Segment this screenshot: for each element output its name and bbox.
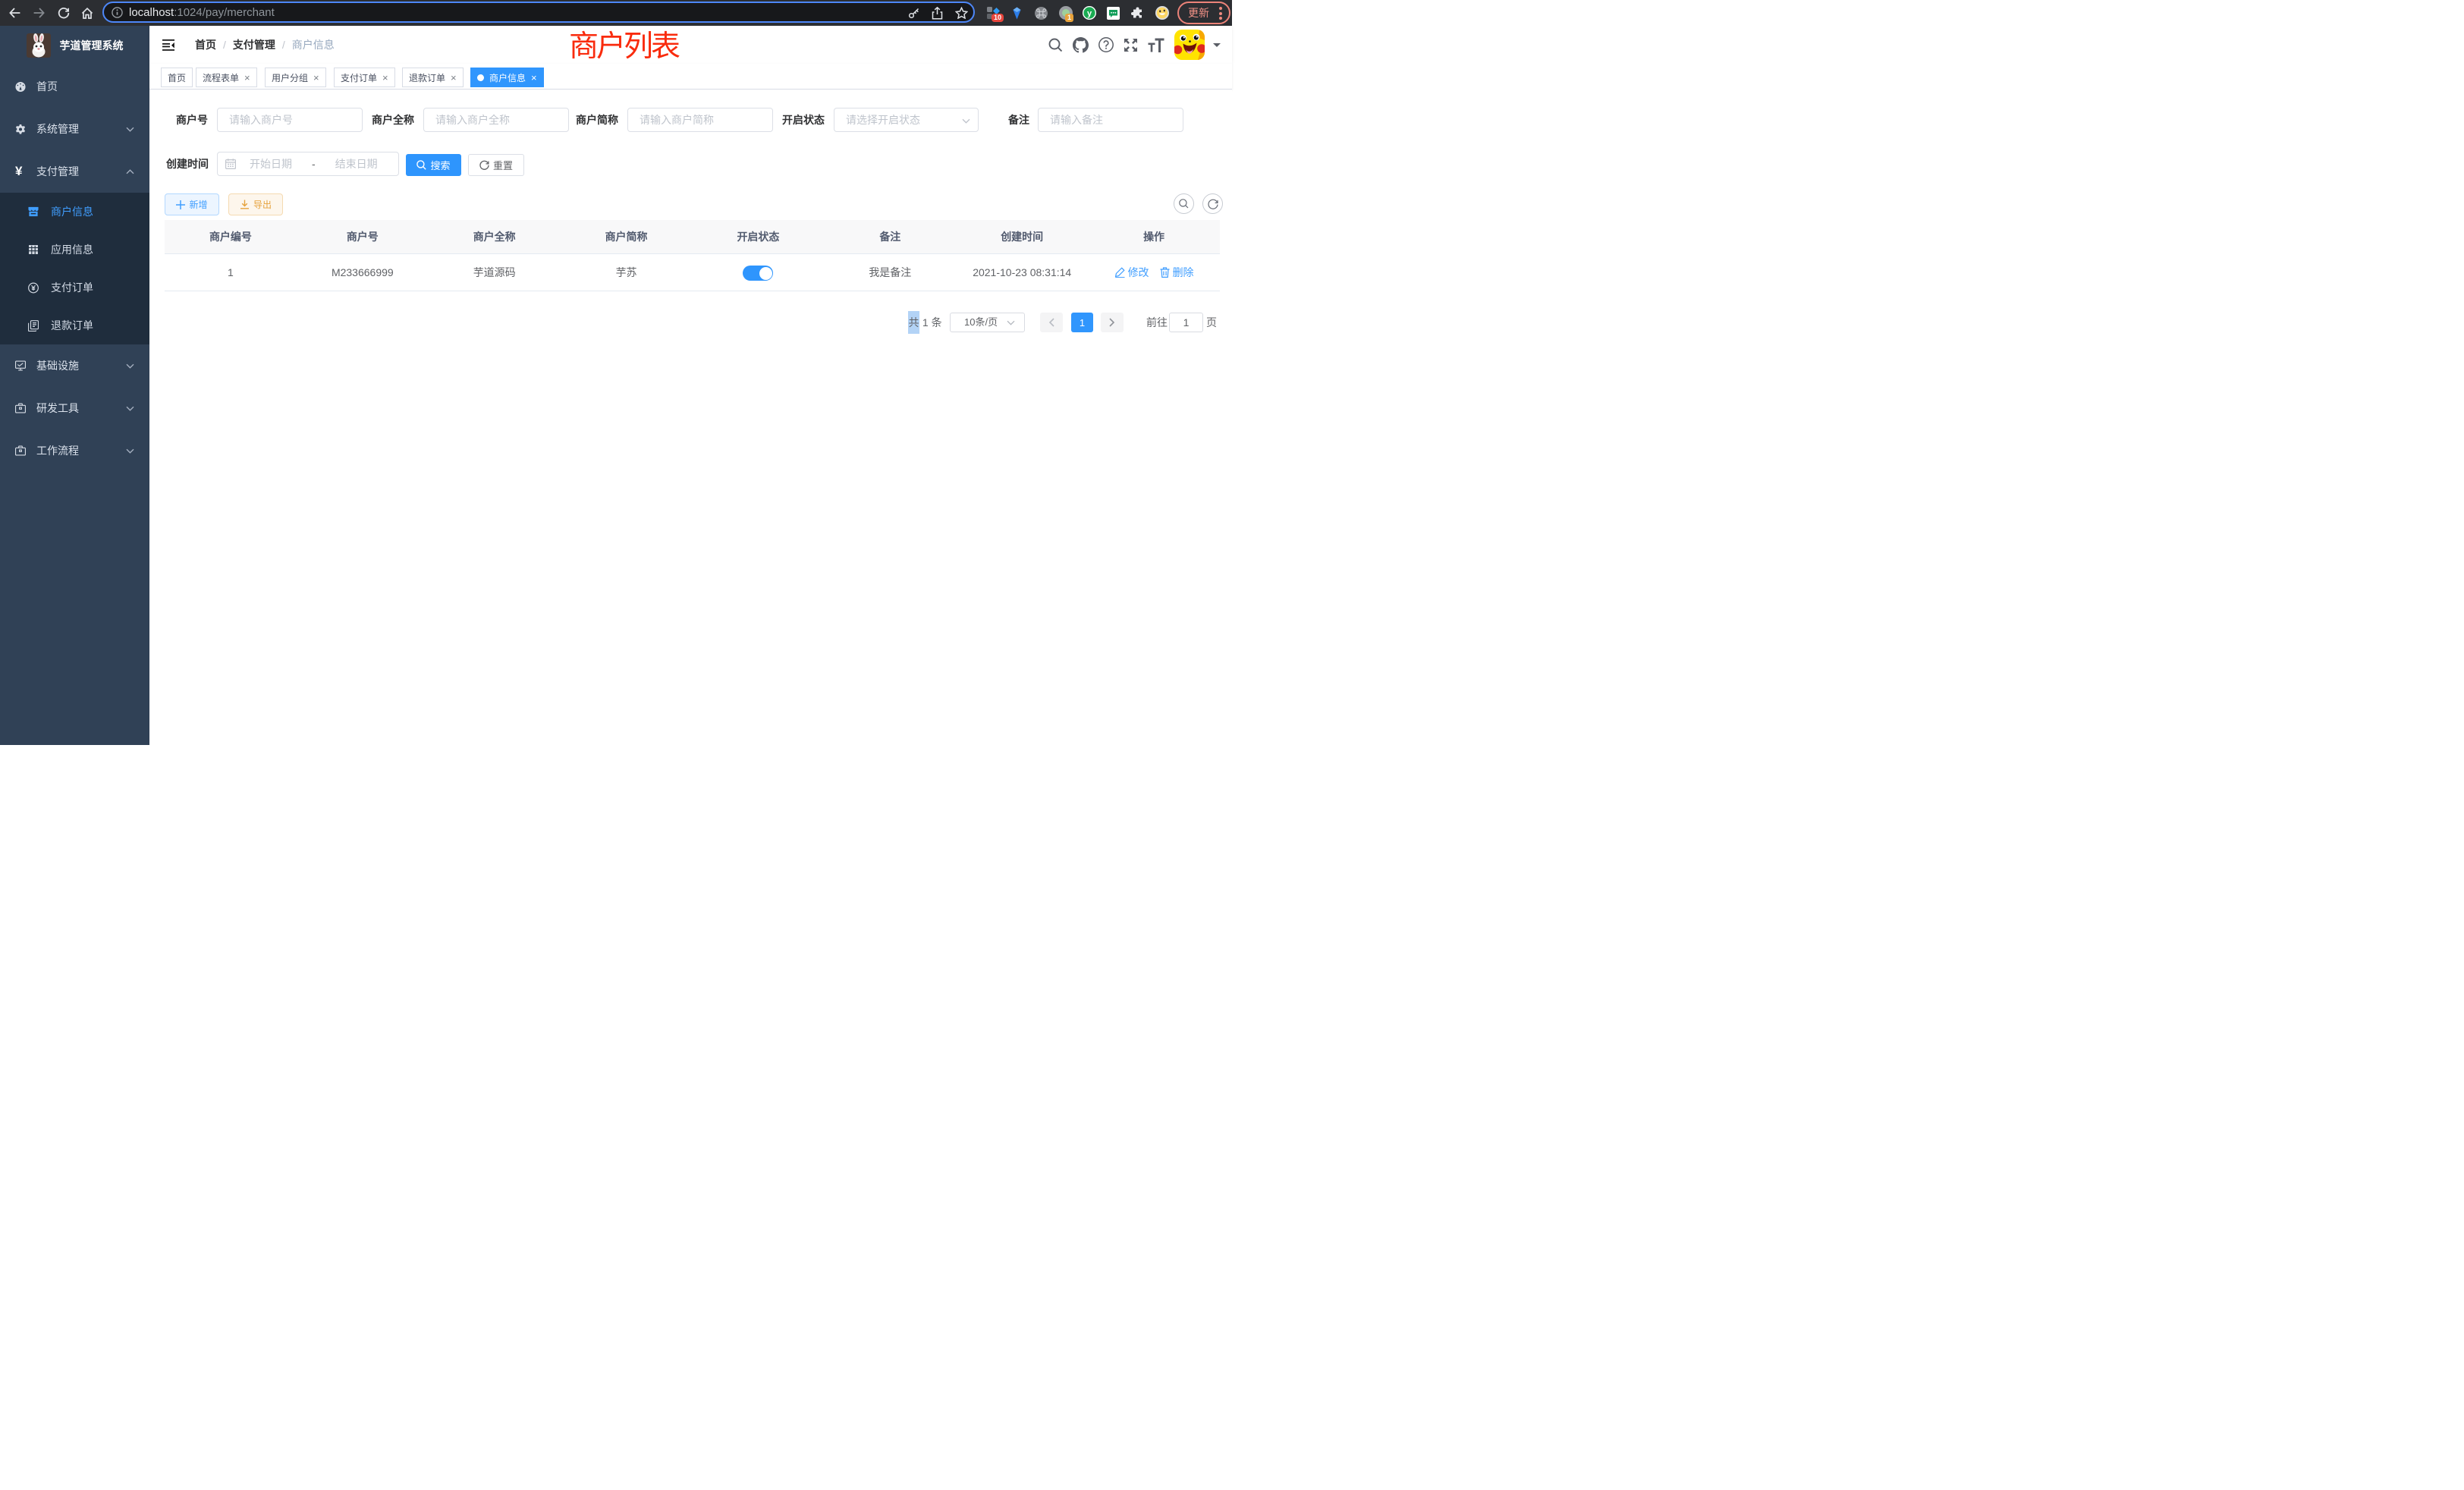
svg-text:y: y (1087, 9, 1092, 18)
